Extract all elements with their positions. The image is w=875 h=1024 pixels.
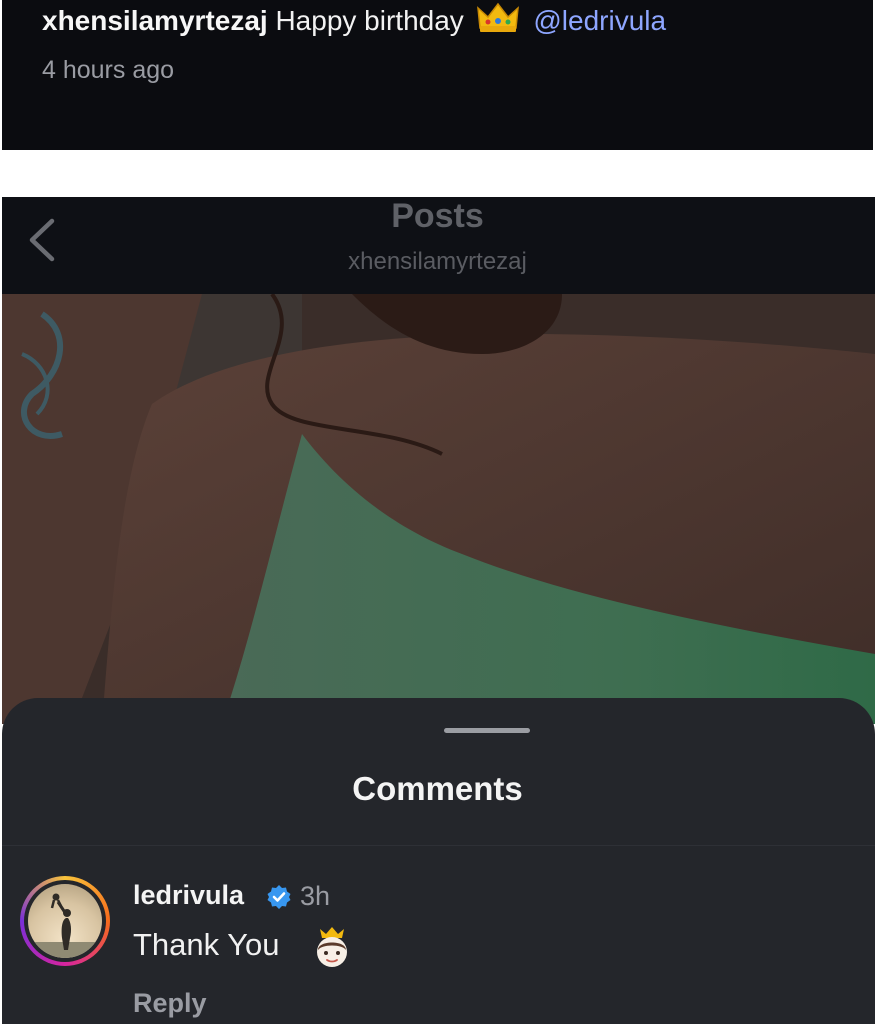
comments-title: Comments	[352, 770, 523, 807]
page-subtitle-username[interactable]: xhensilamyrtezaj	[0, 248, 875, 276]
crown-icon	[476, 2, 519, 32]
caption-mention-link[interactable]: @ledrivula	[533, 5, 666, 36]
caption-timestamp: 4 hours ago	[42, 56, 175, 84]
divider	[2, 845, 875, 846]
reply-button[interactable]: Reply	[133, 988, 207, 1019]
sheet-drag-handle[interactable]	[444, 728, 530, 733]
avatar[interactable]	[20, 876, 110, 966]
post-photo-image	[2, 294, 875, 724]
comment-username[interactable]: ledrivula	[133, 880, 244, 911]
avatar-inner	[24, 880, 106, 962]
avatar-image	[28, 884, 102, 958]
post-photo[interactable]	[2, 294, 875, 724]
separator	[0, 150, 875, 197]
page-title: Posts	[391, 197, 484, 235]
caption-text: Happy birthday	[275, 5, 464, 36]
comments-sheet	[2, 698, 875, 1024]
caption-line: xhensilamyrtezaj Happy birthday @ledrivu…	[42, 2, 666, 39]
comment-text: Thank You	[133, 927, 280, 962]
princess-emoji-icon	[317, 927, 347, 967]
comment-timestamp: 3h	[300, 881, 331, 911]
caption-username[interactable]: xhensilamyrtezaj	[42, 5, 268, 36]
verified-badge-icon	[267, 885, 291, 909]
avatar-silhouette-icon	[28, 893, 102, 958]
